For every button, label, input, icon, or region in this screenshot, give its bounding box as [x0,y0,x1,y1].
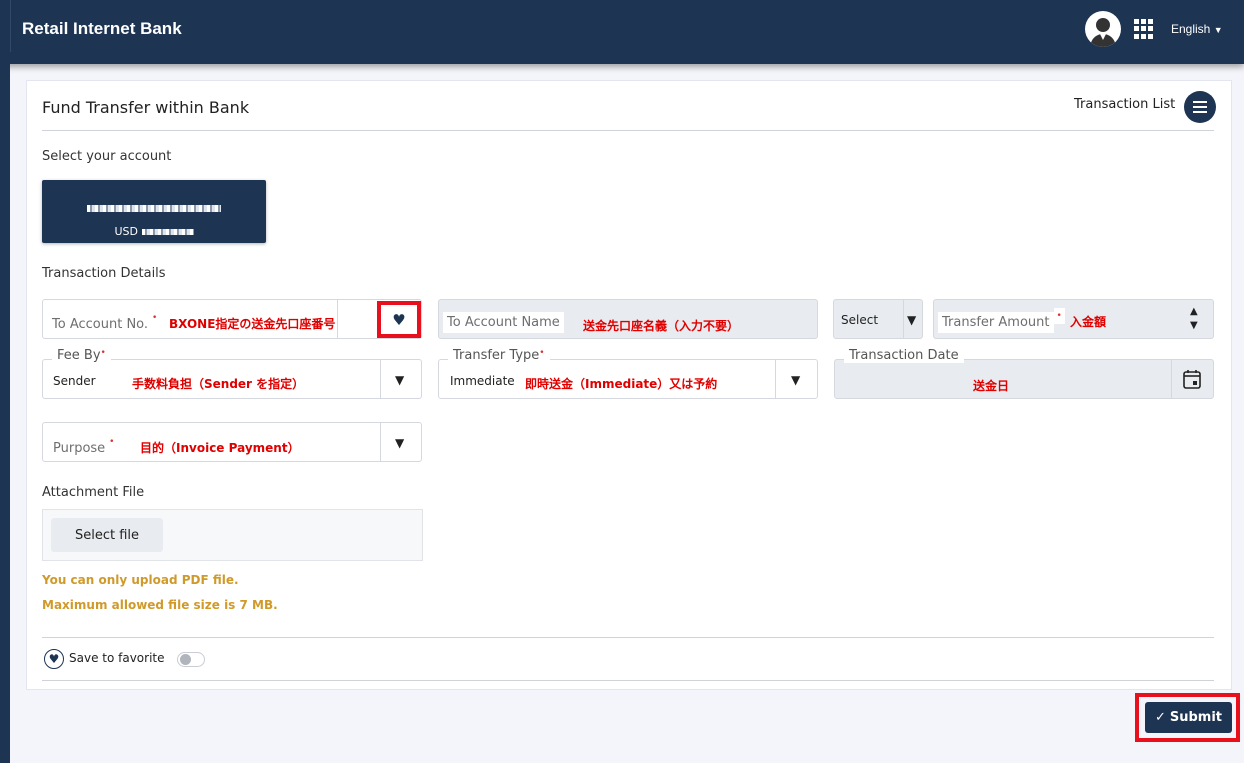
favorite-accounts-button[interactable]: ♥ [377,301,421,338]
transaction-date-input[interactable] [834,359,1214,399]
step-up-icon[interactable]: ▲ [1190,305,1198,319]
submit-label: Submit [1169,710,1223,725]
transaction-details-label: Transaction Details [42,266,166,281]
select-file-button[interactable]: Select file [51,518,163,552]
toggle-knob [180,654,191,665]
heart-icon: ♥ [44,649,64,669]
transaction-list-link[interactable]: Transaction List [1074,97,1175,112]
header-divider [10,0,11,52]
divider [42,680,1214,681]
transfer-type-value: Immediate [450,374,515,388]
save-favorite-label: Save to favorite [69,651,165,665]
currency-select-value: Select [841,313,879,327]
upload-hint: You can only upload PDF file. [42,573,239,587]
top-header [0,0,1244,64]
apps-grid-icon[interactable] [1134,19,1154,39]
annotation: 送金先口座名義（入力不要） [583,319,740,333]
to-account-name-placeholder: To Account Name [443,311,564,333]
account-card[interactable]: USD [42,180,266,243]
fee-by-label: Fee By• [52,348,111,363]
transfer-amount-placeholder: Transfer Amount • [938,308,1065,333]
to-account-no-placeholder: To Account No. • [48,313,157,334]
purpose-placeholder: Purpose • [49,437,114,458]
sidebar-strip [0,64,10,763]
step-down-icon[interactable]: ▼ [1190,319,1198,333]
check-icon: ✓ [1154,710,1166,725]
fee-by-value: Sender [53,374,96,388]
menu-icon[interactable] [1184,91,1216,123]
divider [42,637,1214,638]
annotation: 即時送金（Immediate）又は予約 [525,377,718,391]
amount-stepper[interactable]: ▲ ▼ [1190,305,1198,333]
language-label: English [1171,22,1211,36]
divider [903,300,904,338]
account-currency: USD [114,225,138,238]
user-avatar-icon[interactable] [1085,11,1121,47]
masked-balance [141,229,194,235]
annotation: BXONE指定の送金先口座番号 [169,317,336,331]
divider [380,360,381,398]
language-dropdown[interactable]: English ▼ [1171,22,1223,36]
transaction-date-label: Transaction Date [844,348,964,363]
size-hint: Maximum allowed file size is 7 MB. [42,598,278,612]
attachment-label: Attachment File [42,485,145,500]
brand-title[interactable]: Retail Internet Bank [22,19,182,39]
divider [42,130,1214,131]
annotation: 送金日 [973,379,1010,393]
submit-button[interactable]: ✓ Submit [1145,702,1232,733]
caret-down-icon: ▼ [395,436,405,450]
annotation: 目的（Invoice Payment） [140,441,300,455]
heart-icon: ♥ [392,310,406,329]
masked-account-number [87,205,221,212]
transfer-type-label: Transfer Type• [448,348,550,363]
page-title: Fund Transfer within Bank [42,98,250,117]
divider [337,300,338,338]
caret-down-icon: ▼ [395,373,405,387]
annotation: 入金額 [1070,315,1107,329]
divider [380,423,381,461]
caret-down-icon: ▼ [1213,25,1223,35]
calendar-icon[interactable] [1183,369,1201,393]
annotation: 手数料負担（Sender を指定） [132,377,305,391]
caret-down-icon: ▼ [791,373,801,387]
select-account-label: Select your account [42,149,172,164]
save-favorite-toggle[interactable] [177,652,205,667]
divider [1171,360,1172,398]
divider [775,360,776,398]
caret-down-icon: ▼ [907,313,917,327]
